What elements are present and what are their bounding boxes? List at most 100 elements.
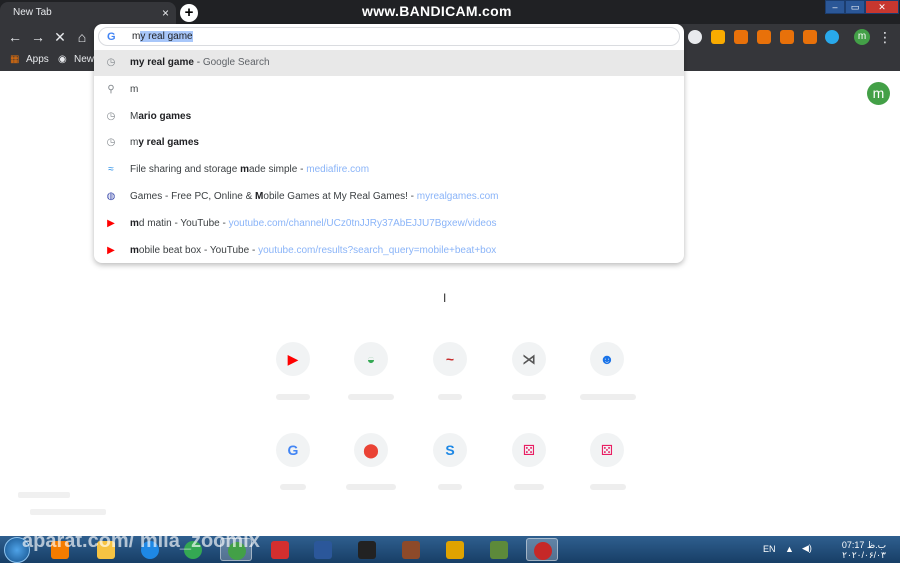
stop-icon[interactable]: ✕ [51,28,69,46]
telegram-extension-icon[interactable] [825,30,839,44]
suggestion-text: my real games [130,137,199,148]
suggestion-text: md matin - YouTube - youtube.com/channel… [130,218,497,229]
profile-avatar[interactable]: m [854,29,870,45]
clock-date: ۲۰۲۰/۰۶/۰۳ [842,550,886,560]
mario-extension-icon[interactable] [803,30,817,44]
suggestion-text: Mario games [130,111,191,122]
language-indicator[interactable]: EN [763,544,776,554]
suggestion-row[interactable]: ◷ my real games [94,130,684,156]
taskbar-counter-strike[interactable] [439,538,471,561]
suggestion-source: myrealgames.com [416,191,499,202]
address-input-text[interactable]: my real game [132,31,193,42]
shortcut-dice-icon[interactable]: ⚄ [590,433,624,467]
suggestion-rest: m [130,83,139,95]
suggestion-row[interactable]: ⚲ m [94,77,684,103]
suggestion-row[interactable]: ◍ Games - Free PC, Online & Mobile Games … [94,184,684,210]
suggestion-match: my real game [130,57,194,68]
taskbar-game[interactable] [395,538,427,561]
volume-icon[interactable]: ◀) [802,543,812,554]
suggestion-row[interactable]: ▶ mobile beat box - YouTube - youtube.com… [94,238,684,263]
suggestion-row[interactable]: ◷ my real game - Google Search [94,50,684,76]
mario-extension-icon[interactable] [780,30,794,44]
recorder-watermark: www.BANDICAM.com [362,3,512,19]
suggestion-match: m [130,244,139,256]
suggestion-prefix: Games - Free PC, Online & [130,191,256,202]
overlay-watermark: aparat.com/ mila_zoomix [22,530,260,552]
suggestion-source: Google Search [202,57,270,68]
suggestion-match: y real games [138,137,199,149]
shortcut-game-icon[interactable]: ☻ [590,342,624,376]
suggestion-row[interactable]: ◷ Mario games [94,104,684,130]
bookmark-apps[interactable]: Apps [26,54,49,65]
shortcut-persian-site-icon[interactable]: ~ [433,342,467,376]
address-bar[interactable]: G my real game [98,27,680,46]
suggestion-rest: obile Games at My Real Games! [263,191,408,202]
taskbar-word[interactable] [307,538,339,561]
suggestion-match: m [240,164,249,176]
suggestion-rest: ade simple [248,164,298,176]
shortcut-google-icon[interactable]: G [276,433,310,467]
app-icon [271,541,289,559]
menu-icon[interactable]: ⋮ [876,28,894,46]
suggestion-separator: - [193,57,203,68]
suggestion-rest: obile beat box - YouTube [138,244,250,256]
taskbar-game[interactable] [351,538,383,561]
suggestion-row[interactable]: ▶ md matin - YouTube - youtube.com/channe… [94,211,684,237]
shortcut-dice-icon[interactable]: ⚄ [512,433,546,467]
history-icon: ◷ [106,137,116,149]
profile-avatar-large[interactable]: m [867,82,890,105]
mario-extension-icon[interactable] [734,30,748,44]
counter-strike-icon [446,541,464,559]
forward-icon[interactable]: → [29,28,47,46]
suggestion-rest: d matin - YouTube [138,217,220,229]
mediafire-icon: ≈ [108,164,114,176]
taskbar-app[interactable] [264,538,296,561]
suggestion-text: my real game - Google Search [130,57,270,68]
omnibox-dropdown: G my real game ◷ my real game - Google Se… [94,24,684,263]
suggestion-separator: - [407,191,417,202]
suggestion-separator: - [249,244,259,256]
record-icon [534,542,552,560]
globe-extension-icon[interactable] [688,30,702,44]
taskbar-game[interactable] [483,538,515,561]
search-icon: ⚲ [107,83,115,95]
shortcut-scratch-icon[interactable]: S [433,433,467,467]
word-icon [314,541,332,559]
suggestion-source: youtube.com/channel/UCz0tnJJRy37AbEJJU7B… [228,217,497,229]
maximize-button[interactable]: ▭ [845,0,865,14]
taskbar-bandicam[interactable] [526,538,558,561]
minimize-button[interactable]: – [825,0,845,14]
game-icon [490,541,508,559]
tab-strip: New Tab × + www.BANDICAM.com – ▭ ✕ [0,0,900,24]
new-tab-button[interactable]: + [180,4,198,22]
extension-icon[interactable] [711,30,725,44]
suggestion-source: youtube.com/results?search_query=mobile+… [258,244,497,256]
mario-extension-icon[interactable] [757,30,771,44]
suggestion-separator: - [297,164,307,176]
tab-close-icon[interactable]: × [162,6,169,20]
suggestion-prefix: File sharing and storage [130,164,241,176]
shortcut-maps-icon[interactable]: ⬤ [354,433,388,467]
youtube-icon: ▶ [107,217,115,229]
taskbar-clock[interactable]: 07:17 ب.ظ ۲۰۲۰/۰۶/۰۳ [836,540,892,560]
history-icon: ◷ [106,110,116,122]
suggestion-match: ario games [138,110,192,122]
tray-up-arrow-icon[interactable]: ▲ [785,544,794,554]
suggestion-text: m [130,84,138,95]
game-icon [358,541,376,559]
suggestion-source: mediafire.com [306,164,370,176]
suggestion-match: m [130,217,139,229]
shortcut-dk-icon[interactable]: ⋊ [512,342,546,376]
tab-new-tab[interactable]: New Tab × [0,2,176,24]
history-icon: ◷ [106,57,116,68]
shortcut-youtube-icon[interactable]: ▶ [276,342,310,376]
close-window-button[interactable]: ✕ [865,0,899,14]
suggestion-row[interactable]: ≈ File sharing and storage made simple - … [94,157,684,183]
game-icon [402,541,420,559]
back-icon[interactable]: ← [6,28,24,46]
apps-grid-icon[interactable]: ▦ [10,54,19,65]
google-icon: G [107,31,116,43]
youtube-icon: ▶ [107,244,115,256]
shortcut-chrome-icon[interactable]: ◒ [354,342,388,376]
home-icon[interactable]: ⌂ [73,28,91,46]
